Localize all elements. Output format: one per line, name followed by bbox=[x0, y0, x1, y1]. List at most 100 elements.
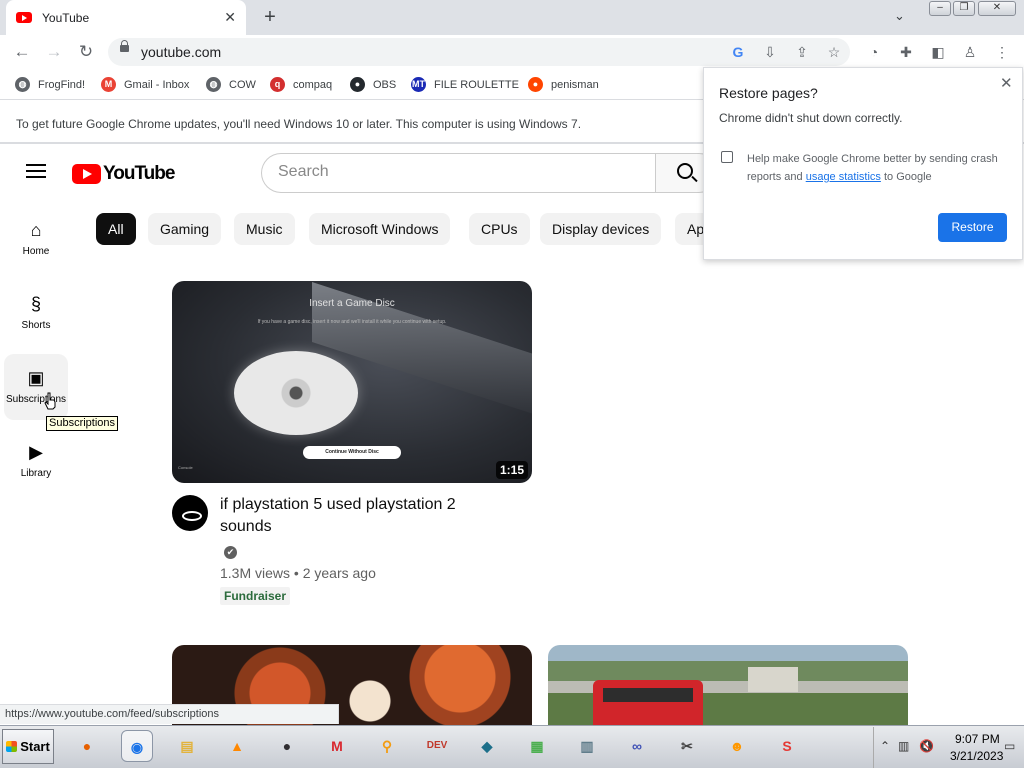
chip-display-devices[interactable]: Display devices bbox=[540, 213, 662, 245]
url-text[interactable]: youtube.com bbox=[141, 44, 221, 60]
window-app-icon[interactable]: ▥ bbox=[571, 730, 603, 762]
nav-item-home[interactable]: ⌂ Home bbox=[4, 206, 68, 272]
bookmark-cow[interactable]: ◍ COW bbox=[206, 77, 256, 92]
tab-search-icon[interactable]: ⌄ bbox=[894, 8, 905, 24]
start-label: Start bbox=[20, 739, 50, 754]
hamburger-menu-icon[interactable] bbox=[26, 164, 46, 180]
globe-icon: ◍ bbox=[206, 77, 221, 92]
bookmark-label: FILE ROULETTE bbox=[434, 78, 519, 91]
bus-graphic bbox=[593, 680, 703, 725]
video-thumbnail-3[interactable] bbox=[548, 645, 908, 725]
thumbnail-button: Continue Without Disc bbox=[303, 446, 401, 459]
update-info-text: To get future Google Chrome updates, you… bbox=[16, 117, 582, 131]
nav-item-subscriptions[interactable]: ▣ Subscriptions bbox=[4, 354, 68, 420]
firefox-icon[interactable]: ● bbox=[71, 730, 103, 762]
vlc-icon[interactable]: ▲ bbox=[221, 730, 253, 762]
mega-icon[interactable]: M bbox=[321, 730, 353, 762]
crash-report-checkbox[interactable] bbox=[721, 151, 733, 163]
notepad-icon[interactable]: ▦ bbox=[521, 730, 553, 762]
chip-cpus[interactable]: CPUs bbox=[469, 213, 530, 245]
close-icon[interactable]: ✕ bbox=[1000, 74, 1013, 92]
restore-dialog-title: Restore pages? bbox=[719, 85, 818, 101]
fundraiser-badge: Fundraiser bbox=[220, 587, 291, 605]
tab-close-icon[interactable]: ✕ bbox=[224, 9, 236, 26]
share-icon[interactable]: ⇪ bbox=[793, 43, 811, 61]
lock-icon[interactable] bbox=[120, 40, 129, 52]
crash-report-text-after: to Google bbox=[880, 171, 932, 183]
reload-icon[interactable]: ↻ bbox=[75, 42, 97, 62]
bookmark-label: penisman bbox=[551, 78, 599, 91]
video-title[interactable]: if playstation 5 used playstation 2 soun… bbox=[220, 494, 510, 538]
network-icon[interactable]: ▥ bbox=[898, 739, 909, 753]
video-thumbnail[interactable]: Insert a Game Disc If you have a game di… bbox=[172, 281, 532, 483]
s-app-icon[interactable]: S bbox=[771, 730, 803, 762]
explorer-icon[interactable]: ▤ bbox=[171, 730, 203, 762]
bookmark-penisman[interactable]: ● penisman bbox=[528, 77, 599, 92]
nav-item-shorts[interactable]: § Shorts bbox=[4, 280, 68, 346]
start-button[interactable]: Start bbox=[2, 729, 54, 764]
menu-kebab-icon[interactable]: ⋮ bbox=[993, 43, 1011, 61]
chip-gaming[interactable]: Gaming bbox=[148, 213, 222, 245]
youtube-logo-text: YouTube bbox=[103, 163, 175, 184]
side-panel-icon[interactable]: ◧ bbox=[929, 43, 947, 61]
bookmark-file-roulette[interactable]: MT FILE ROULETTE bbox=[411, 77, 519, 92]
show-hidden-icons-icon[interactable]: ⌃ bbox=[880, 739, 890, 753]
extensions-puzzle-icon[interactable]: ✚ bbox=[897, 43, 915, 61]
nav-label: Home bbox=[22, 246, 50, 257]
chip-microsoft-windows[interactable]: Microsoft Windows bbox=[309, 213, 451, 245]
browser-tab-youtube[interactable]: YouTube ✕ bbox=[6, 0, 246, 35]
chip-ap[interactable]: Ap bbox=[675, 213, 703, 245]
youtube-play-icon bbox=[72, 164, 101, 184]
github-icon: ● bbox=[350, 77, 365, 92]
search-app-icon[interactable]: ⚲ bbox=[371, 730, 403, 762]
chip-music[interactable]: Music bbox=[234, 213, 295, 245]
bookmark-gmail-inbox[interactable]: M Gmail - Inbox bbox=[101, 77, 189, 92]
nav-label: Library bbox=[20, 468, 52, 479]
close-window-button[interactable]: ✕ bbox=[978, 1, 1016, 16]
shorts-icon: § bbox=[30, 294, 41, 314]
bookmark-obs[interactable]: ● OBS bbox=[350, 77, 396, 92]
devcpp-icon[interactable]: DEV bbox=[421, 730, 453, 762]
file-roulette-icon: MT bbox=[411, 77, 426, 92]
forward-icon[interactable]: → bbox=[43, 42, 65, 62]
clock-date[interactable]: 3/21/2023 bbox=[950, 749, 1003, 763]
video-meta: 1.3M views • 2 years ago bbox=[220, 565, 376, 581]
show-desktop-icon[interactable]: ▭ bbox=[1004, 739, 1015, 753]
hand-cursor-icon bbox=[44, 392, 56, 410]
bookmark-star-icon[interactable]: ☆ bbox=[825, 43, 843, 61]
install-icon[interactable]: ⇩ bbox=[761, 43, 779, 61]
extension-avatar-icon[interactable]: ◔ bbox=[865, 43, 883, 61]
crash-icon[interactable]: ☻ bbox=[721, 730, 753, 762]
thumbnail-subtitle: If you have a game disc, insert it now a… bbox=[257, 319, 447, 325]
chip-all[interactable]: All bbox=[96, 213, 136, 245]
video-duration: 1:15 bbox=[496, 461, 529, 479]
restore-button[interactable]: Restore bbox=[938, 213, 1007, 242]
tools-icon[interactable]: ✂ bbox=[671, 730, 703, 762]
crash-report-text: Help make Google Chrome better by sendin… bbox=[747, 150, 1007, 186]
search-icon[interactable] bbox=[677, 163, 693, 179]
back-icon[interactable]: ← bbox=[11, 42, 33, 62]
minimize-button[interactable]: – bbox=[929, 1, 951, 16]
filmora-icon[interactable]: ◆ bbox=[471, 730, 503, 762]
new-tab-button[interactable]: + bbox=[258, 6, 282, 30]
volume-muted-icon[interactable]: 🔇 bbox=[919, 739, 934, 753]
infinity-icon[interactable]: ∞ bbox=[621, 730, 653, 762]
channel-avatar[interactable] bbox=[172, 495, 208, 531]
home-icon: ⌂ bbox=[30, 220, 42, 240]
google-lens-icon[interactable]: G bbox=[729, 43, 747, 61]
nav-label: Shorts bbox=[21, 320, 51, 331]
youtube-logo[interactable]: YouTube bbox=[72, 163, 175, 185]
restore-window-button[interactable]: ❐ bbox=[953, 1, 975, 16]
subscriptions-icon: ▣ bbox=[27, 368, 45, 388]
windows-logo-icon bbox=[6, 741, 18, 752]
nav-item-library[interactable]: ▶ Library bbox=[4, 428, 68, 494]
clock-time[interactable]: 9:07 PM bbox=[955, 732, 1000, 746]
bookmark-compaq[interactable]: q compaq bbox=[270, 77, 332, 92]
obs-icon[interactable]: ● bbox=[271, 730, 303, 762]
bookmark-frogfind-[interactable]: ◍ FrogFind! bbox=[15, 77, 85, 92]
chrome-icon[interactable]: ◉ bbox=[121, 730, 153, 762]
library-icon: ▶ bbox=[29, 442, 43, 462]
profile-icon[interactable]: ♙ bbox=[961, 43, 979, 61]
bookmark-label: Gmail - Inbox bbox=[124, 78, 190, 91]
usage-statistics-link[interactable]: usage statistics bbox=[806, 171, 881, 183]
